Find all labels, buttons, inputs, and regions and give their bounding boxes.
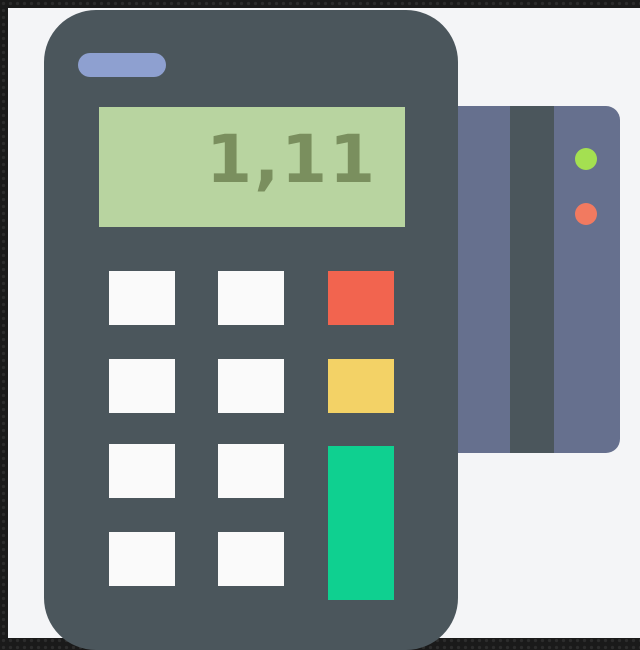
- red-status-light: [575, 203, 597, 225]
- credit-card: [444, 106, 620, 453]
- green-status-light: [575, 148, 597, 170]
- keypad-key[interactable]: [218, 359, 284, 413]
- enter-key[interactable]: [328, 446, 394, 600]
- magnetic-stripe: [510, 106, 554, 453]
- display-amount: 1,11: [206, 121, 377, 198]
- keypad-key[interactable]: [109, 532, 175, 586]
- keypad-key[interactable]: [218, 271, 284, 325]
- payment-terminal-body: 1,11: [44, 10, 458, 650]
- keypad-key[interactable]: [109, 359, 175, 413]
- clear-key[interactable]: [328, 359, 394, 413]
- keypad-key[interactable]: [109, 271, 175, 325]
- amount-display: 1,11: [99, 107, 405, 227]
- keypad-key[interactable]: [218, 444, 284, 498]
- cancel-key[interactable]: [328, 271, 394, 325]
- card-slot: [78, 53, 166, 77]
- keypad-key[interactable]: [218, 532, 284, 586]
- keypad-key[interactable]: [109, 444, 175, 498]
